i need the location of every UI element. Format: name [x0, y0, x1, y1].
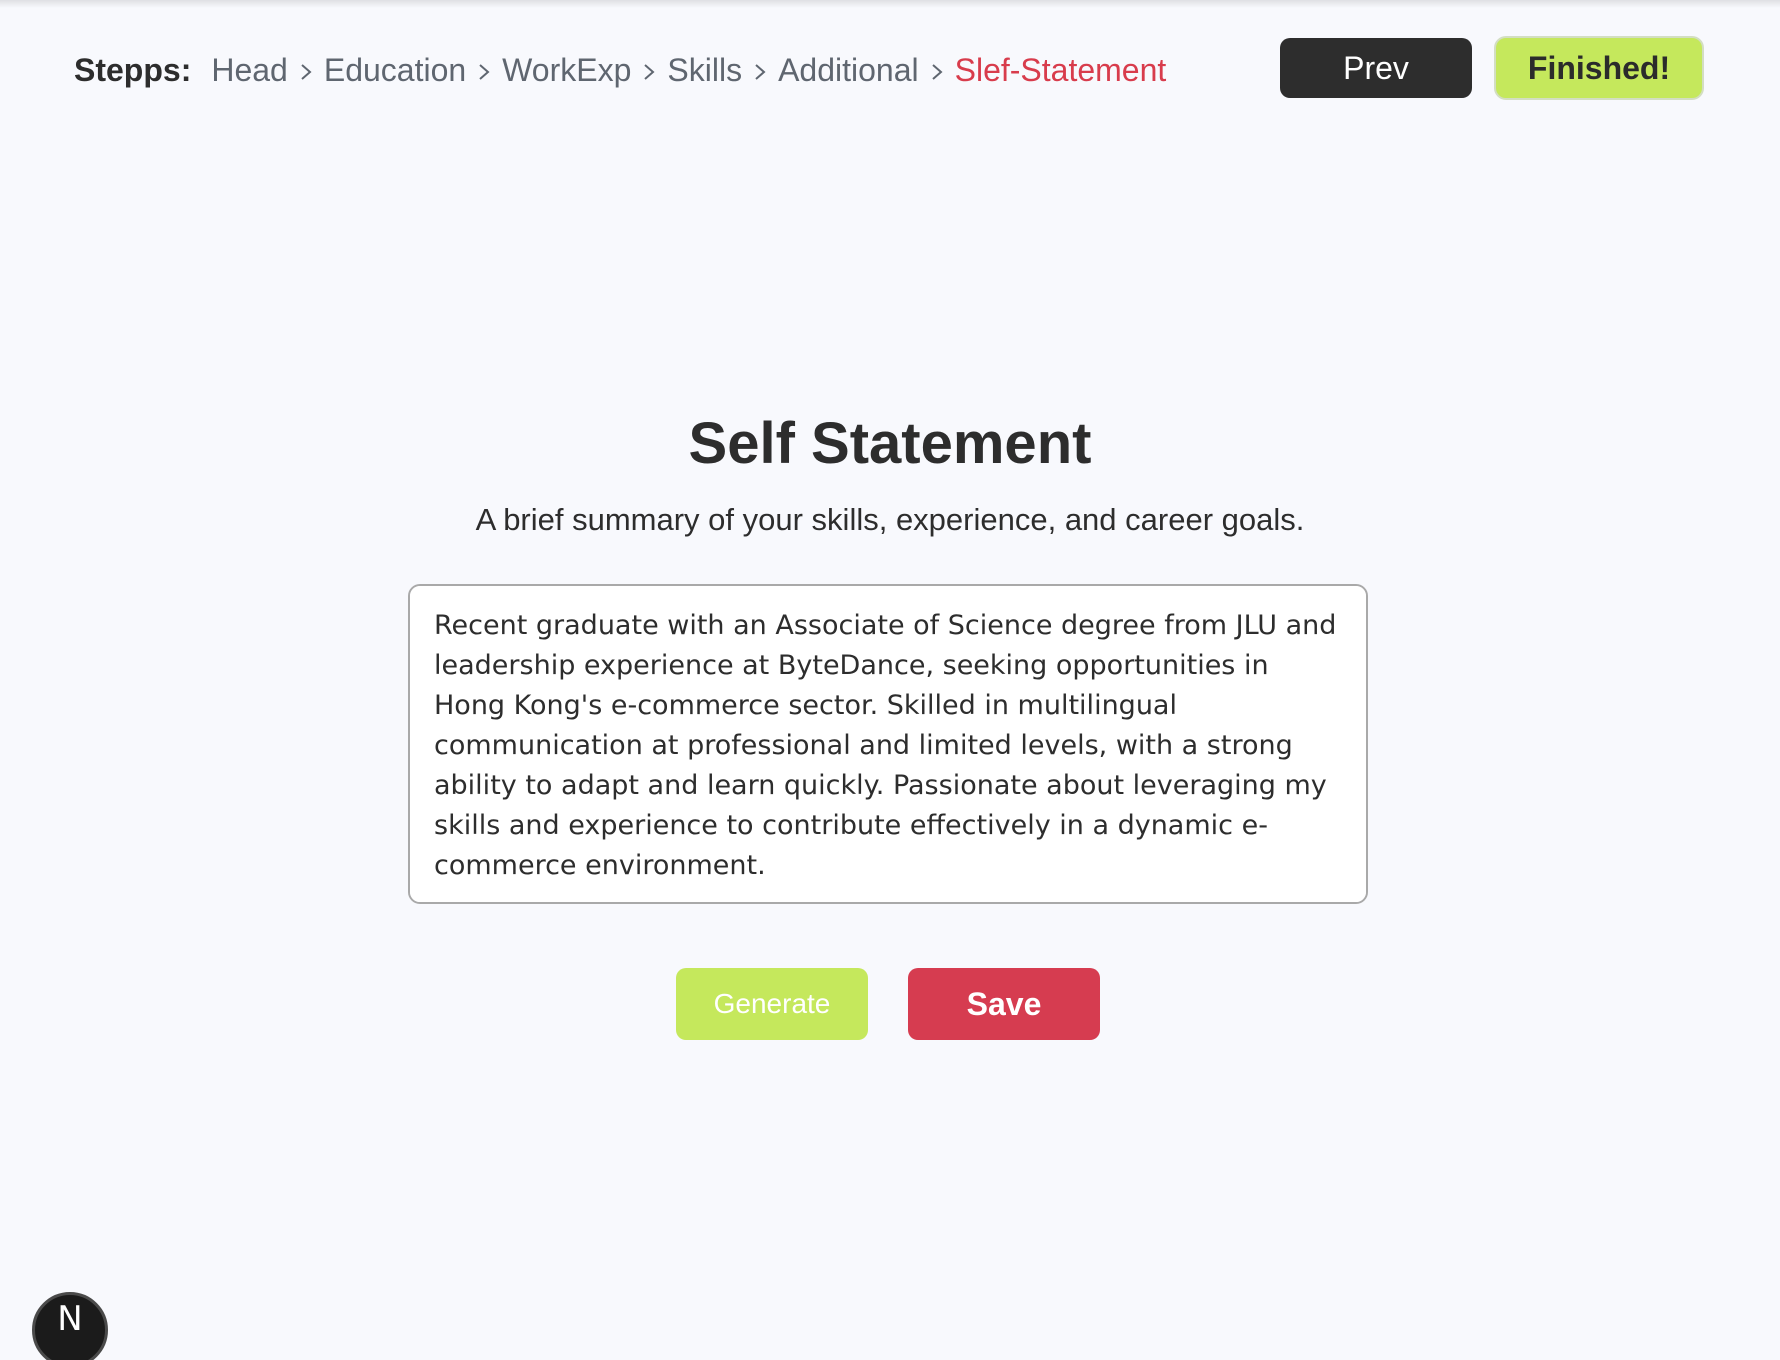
prev-button[interactable]: Prev [1280, 38, 1472, 98]
step-skills[interactable]: Skills [667, 52, 742, 89]
top-shadow [0, 0, 1780, 8]
steps-header: Stepps: Head Education WorkExp Skills Ad… [74, 36, 1706, 102]
step-education[interactable]: Education [324, 52, 466, 89]
step-self-statement[interactable]: Slef-Statement [955, 52, 1167, 89]
badge-letter: N [57, 1299, 83, 1339]
steps-label: Stepps: [74, 51, 192, 88]
step-head[interactable]: Head [211, 52, 288, 89]
nextjs-logo-icon[interactable]: N [32, 1292, 108, 1360]
chevron-right-icon [466, 52, 502, 89]
finished-button[interactable]: Finished! [1494, 36, 1704, 100]
chevron-right-icon [742, 52, 778, 89]
chevron-right-icon [288, 52, 324, 89]
page-subtitle: A brief summary of your skills, experien… [475, 502, 1305, 537]
step-additional[interactable]: Additional [778, 52, 919, 89]
step-workexp[interactable]: WorkExp [502, 52, 631, 89]
generate-button[interactable]: Generate [676, 968, 868, 1040]
self-statement-textarea[interactable]: Recent graduate with an Associate of Sci… [408, 584, 1368, 904]
chevron-right-icon [631, 52, 667, 89]
save-button[interactable]: Save [908, 968, 1100, 1040]
chevron-right-icon [919, 52, 955, 89]
page-title: Self Statement [688, 411, 1092, 476]
